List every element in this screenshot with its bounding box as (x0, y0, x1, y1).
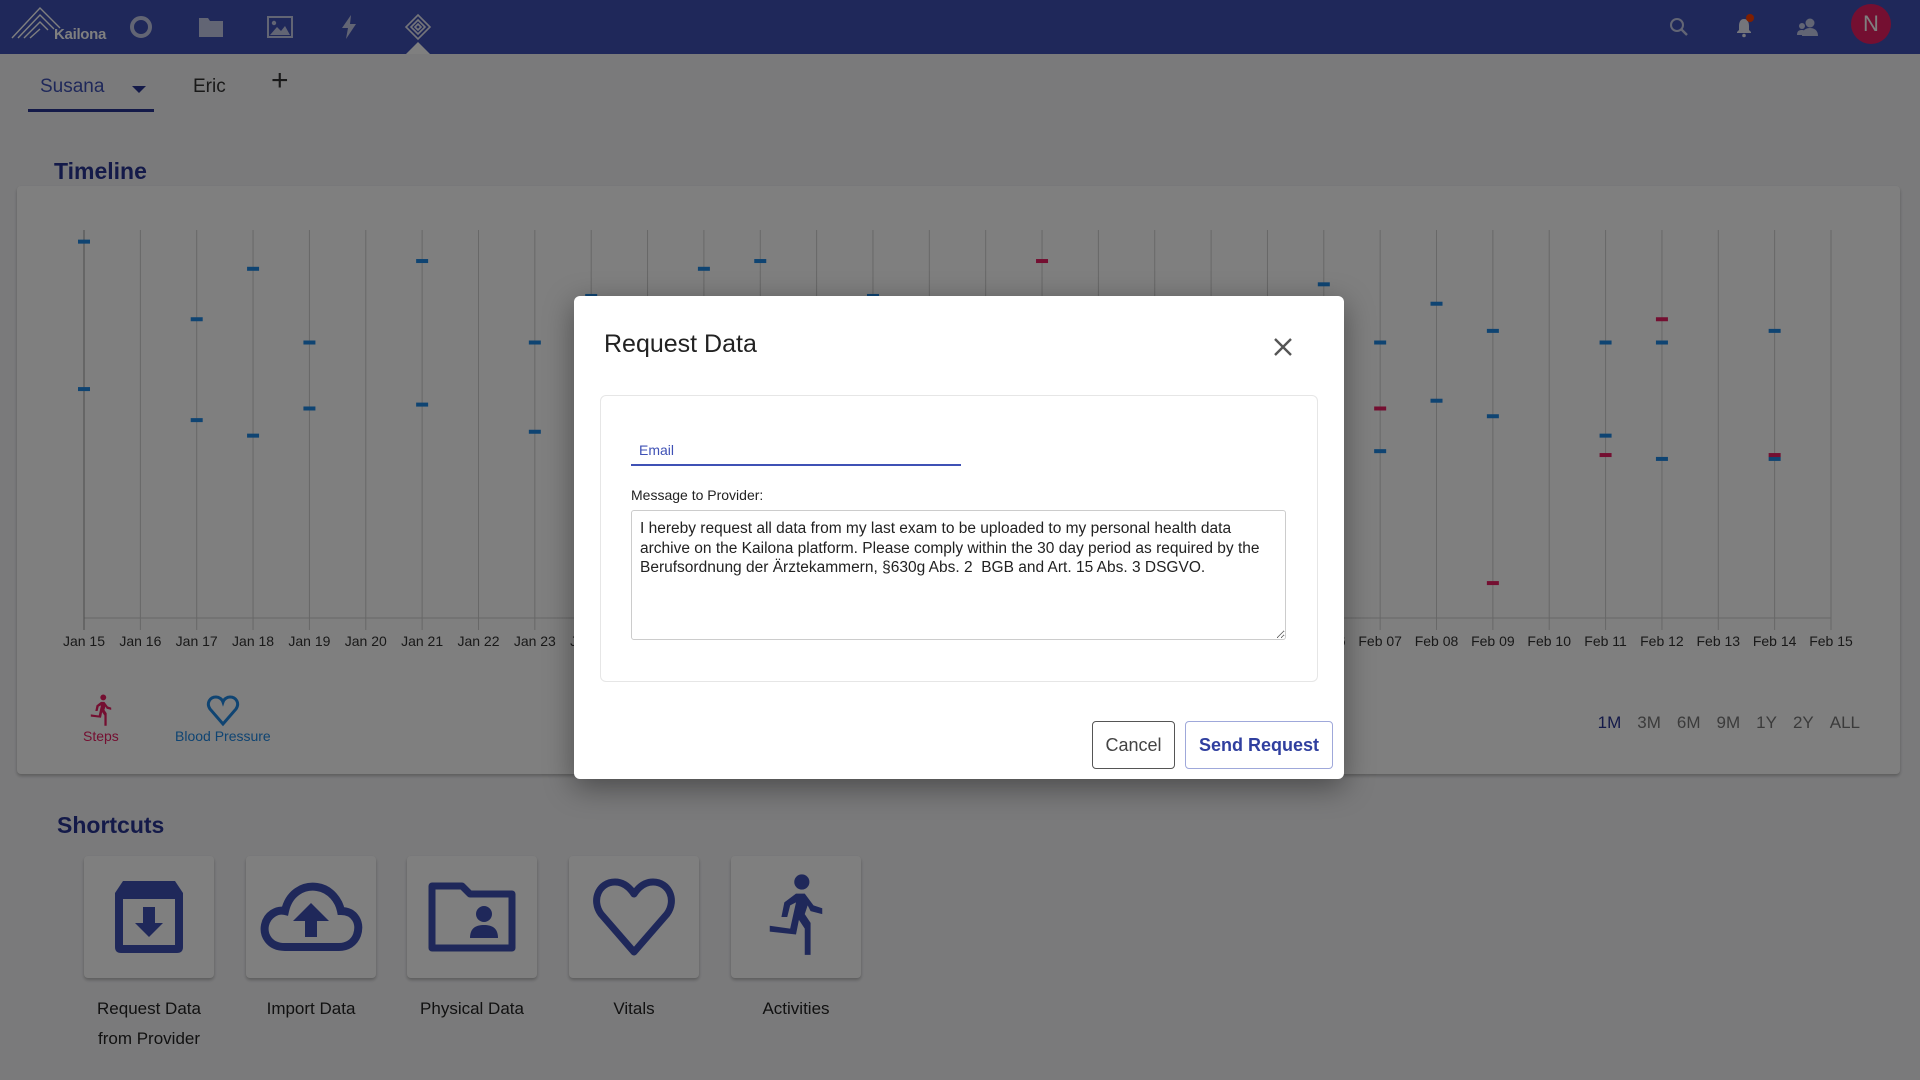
dialog-title: Request Data (604, 330, 757, 358)
close-button[interactable] (1268, 332, 1298, 362)
request-data-dialog: Request Data Message to Provider: I here… (574, 296, 1344, 779)
close-icon (1274, 338, 1292, 356)
message-to-provider-textarea[interactable]: I hereby request all data from my last e… (631, 510, 1286, 640)
send-request-button[interactable]: Send Request (1185, 721, 1333, 769)
cancel-button[interactable]: Cancel (1092, 721, 1175, 769)
request-form: Message to Provider: I hereby request al… (600, 395, 1318, 682)
email-field[interactable] (631, 430, 961, 466)
message-label: Message to Provider: (631, 487, 764, 503)
